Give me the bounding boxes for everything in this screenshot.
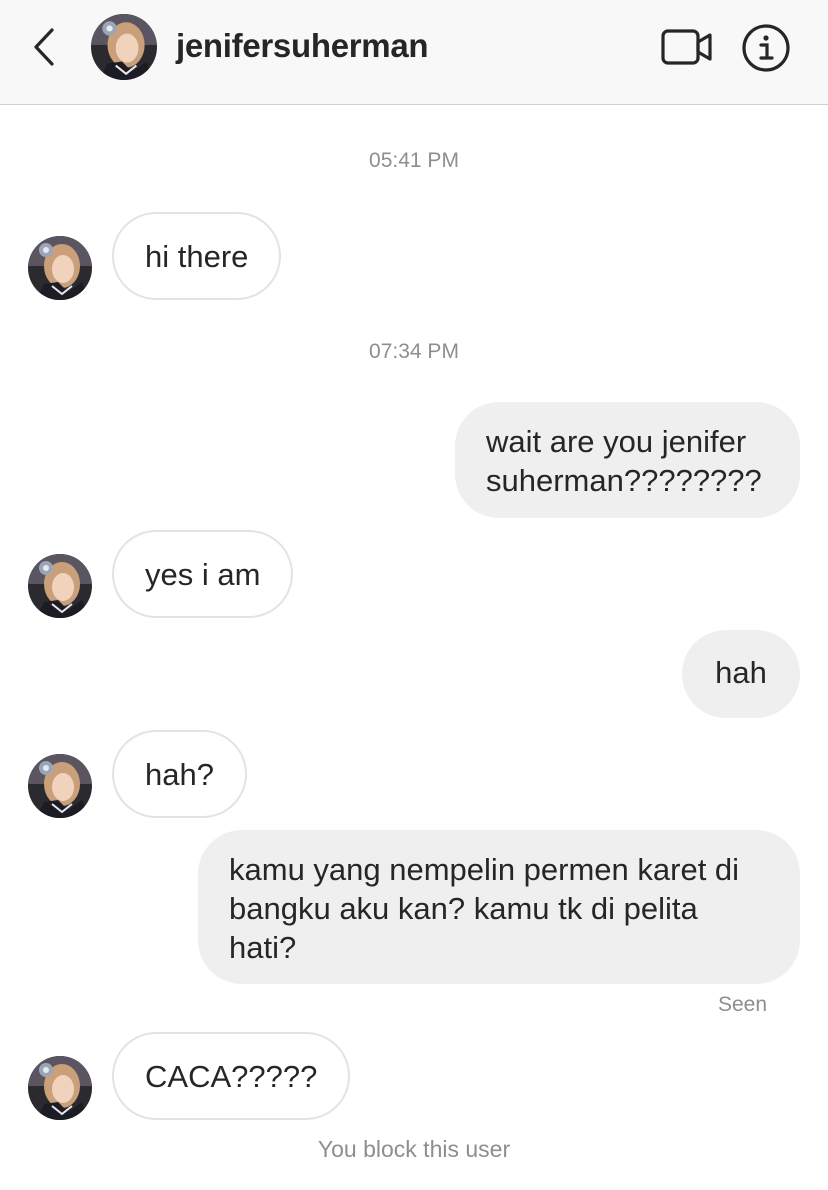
sender-avatar[interactable] [28, 236, 92, 300]
outgoing-message-bubble[interactable]: hah [682, 630, 800, 718]
blocked-user-notice: You block this user [317, 1136, 511, 1162]
sender-avatar[interactable] [28, 554, 92, 618]
video-call-button[interactable] [660, 26, 714, 68]
incoming-message-bubble[interactable]: CACA????? [112, 1032, 351, 1120]
chevron-left-icon [26, 26, 66, 68]
outgoing-message-bubble[interactable]: kamu yang nempelin permen karet di bangk… [198, 830, 800, 984]
sender-avatar[interactable] [28, 754, 92, 818]
info-button[interactable] [740, 22, 792, 74]
message-timestamp: 07:34 PM [369, 340, 459, 363]
outgoing-message-bubble[interactable]: wait are you jenifer suherman???????? [455, 402, 800, 518]
incoming-message-bubble[interactable]: hah? [112, 730, 247, 818]
chat-header: jenifersuherman [0, 0, 828, 105]
back-button[interactable] [26, 26, 66, 68]
incoming-message-bubble[interactable]: hi there [112, 212, 282, 300]
seen-indicator: Seen [717, 993, 767, 1016]
profile-avatar[interactable] [91, 14, 157, 80]
sender-avatar[interactable] [28, 1056, 92, 1120]
message-timestamp: 05:41 PM [369, 149, 459, 172]
username-title[interactable]: jenifersuherman [176, 27, 429, 65]
incoming-message-bubble[interactable]: yes i am [112, 530, 294, 618]
video-camera-icon [660, 26, 714, 68]
info-circle-icon [740, 22, 792, 74]
